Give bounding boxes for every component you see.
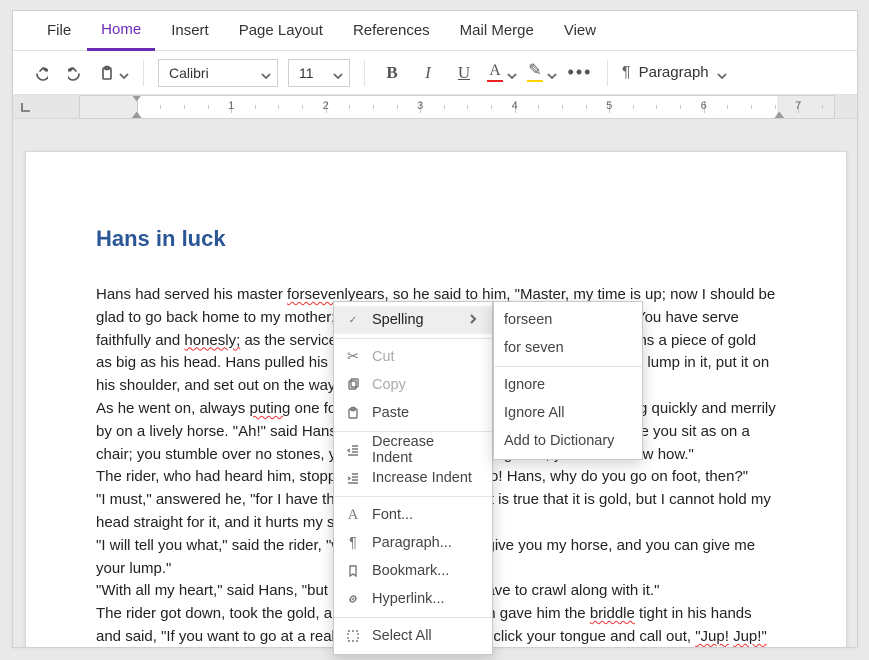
paste-icon — [344, 406, 362, 420]
menu-item-label: Font... — [372, 507, 478, 523]
tab-page-layout[interactable]: Page Layout — [225, 11, 337, 51]
select-all-icon — [344, 629, 362, 643]
menu-item-spelling[interactable]: ✓ Spelling — [334, 306, 492, 334]
menu-item-label: Copy — [372, 377, 478, 393]
chevron-down-icon — [507, 68, 517, 78]
menu-item-label: Ignore — [504, 377, 628, 393]
spelling-add-to-dictionary[interactable]: Add to Dictionary — [494, 427, 642, 455]
more-options-button[interactable]: ••• — [567, 60, 593, 86]
font-color-button[interactable]: A — [487, 60, 517, 86]
chevron-right-icon — [468, 312, 478, 328]
menu-item-label: Decrease Indent — [372, 434, 478, 466]
copy-icon — [344, 378, 362, 392]
spelling-ignore[interactable]: Ignore — [494, 371, 642, 399]
tab-view[interactable]: View — [550, 11, 610, 51]
chevron-down-icon — [717, 68, 727, 78]
paragraph-style-label: Paragraph — [639, 64, 709, 81]
menu-item-label: Spelling — [372, 312, 458, 328]
menu-item-select-all[interactable]: Select All — [334, 622, 492, 650]
misspelled-word[interactable]: Jup!" — [733, 628, 767, 645]
horizontal-ruler[interactable]: 1234567 — [79, 95, 835, 119]
toolbar-separator — [364, 60, 365, 86]
bold-button[interactable]: B — [379, 60, 405, 86]
tab-insert[interactable]: Insert — [157, 11, 223, 51]
spelling-suggestion-1[interactable]: forseen — [494, 306, 642, 334]
menu-item-paragraph[interactable]: ¶ Paragraph... — [334, 529, 492, 557]
toolbar-separator — [143, 60, 144, 86]
menu-item-label: Increase Indent — [372, 470, 478, 486]
indent-icon — [344, 471, 362, 485]
font-size-combo[interactable]: 11 — [288, 59, 350, 87]
tab-references[interactable]: References — [339, 11, 444, 51]
toolbar: Calibri 11 B I U A ✎ ••• ¶ Paragraph — [13, 51, 857, 95]
menu-item-cut[interactable]: ✂ Cut — [334, 343, 492, 371]
menu-item-label: Add to Dictionary — [504, 433, 628, 449]
menu-item-label: Paragraph... — [372, 535, 478, 551]
menu-item-label: Paste — [372, 405, 478, 421]
chevron-down-icon — [119, 68, 129, 78]
font-icon: A — [344, 507, 362, 524]
tab-file[interactable]: File — [33, 11, 85, 51]
chevron-down-icon — [333, 68, 343, 78]
chevron-down-icon — [547, 68, 557, 78]
italic-button[interactable]: I — [415, 60, 441, 86]
context-menu: ✓ Spelling ✂ Cut Copy Paste Decrease Ind… — [333, 301, 493, 655]
pilcrow-icon: ¶ — [622, 64, 631, 82]
menu-item-label: Hyperlink... — [372, 591, 478, 607]
ribbon-tabs: File Home Insert Page Layout References … — [13, 11, 857, 51]
menu-item-label: Ignore All — [504, 405, 628, 421]
misspelled-word[interactable]: briddle — [590, 605, 635, 622]
document-title: Hans in luck — [96, 226, 776, 252]
scissors-icon: ✂ — [344, 349, 362, 365]
misspelled-word[interactable]: "Jup! — [695, 628, 729, 645]
chevron-down-icon — [261, 68, 271, 78]
abc-icon: ✓ — [344, 315, 362, 326]
menu-item-copy[interactable]: Copy — [334, 371, 492, 399]
outdent-icon — [344, 443, 362, 457]
toolbar-separator — [607, 60, 608, 86]
underline-button[interactable]: U — [451, 60, 477, 86]
app-window: File Home Insert Page Layout References … — [12, 10, 858, 648]
font-size-value: 11 — [299, 65, 314, 81]
menu-item-font[interactable]: A Font... — [334, 501, 492, 529]
spelling-ignore-all[interactable]: Ignore All — [494, 399, 642, 427]
undo-button[interactable] — [27, 60, 53, 86]
redo-button[interactable] — [63, 60, 89, 86]
tab-stop-selector[interactable] — [13, 95, 79, 119]
menu-item-label: for seven — [504, 340, 628, 356]
menu-item-label: Select All — [372, 628, 478, 644]
menu-item-decrease-indent[interactable]: Decrease Indent — [334, 436, 492, 464]
tab-home[interactable]: Home — [87, 11, 155, 51]
tab-mail-merge[interactable]: Mail Merge — [446, 11, 548, 51]
menu-item-label: forseen — [504, 312, 628, 328]
misspelled-word[interactable]: puting — [249, 400, 290, 417]
paragraph-style-button[interactable]: ¶ Paragraph — [622, 64, 727, 82]
menu-item-bookmark[interactable]: Bookmark... — [334, 557, 492, 585]
menu-item-hyperlink[interactable]: Hyperlink... — [334, 585, 492, 613]
highlight-color-button[interactable]: ✎ — [527, 60, 557, 86]
link-icon — [344, 592, 362, 606]
font-name-value: Calibri — [169, 65, 209, 81]
pilcrow-icon: ¶ — [344, 535, 362, 551]
menu-item-paste[interactable]: Paste — [334, 399, 492, 427]
misspelled-word[interactable]: honesly; — [184, 332, 240, 349]
spelling-suggestion-2[interactable]: for seven — [494, 334, 642, 362]
menu-item-label: Bookmark... — [372, 563, 478, 579]
menu-item-label: Cut — [372, 349, 478, 365]
bookmark-icon — [344, 564, 362, 578]
ruler-row: 1234567 — [13, 95, 857, 119]
spelling-submenu: forseen for seven Ignore Ignore All Add … — [493, 301, 643, 460]
clipboard-button[interactable] — [99, 60, 129, 86]
menu-item-increase-indent[interactable]: Increase Indent — [334, 464, 492, 492]
font-name-combo[interactable]: Calibri — [158, 59, 278, 87]
